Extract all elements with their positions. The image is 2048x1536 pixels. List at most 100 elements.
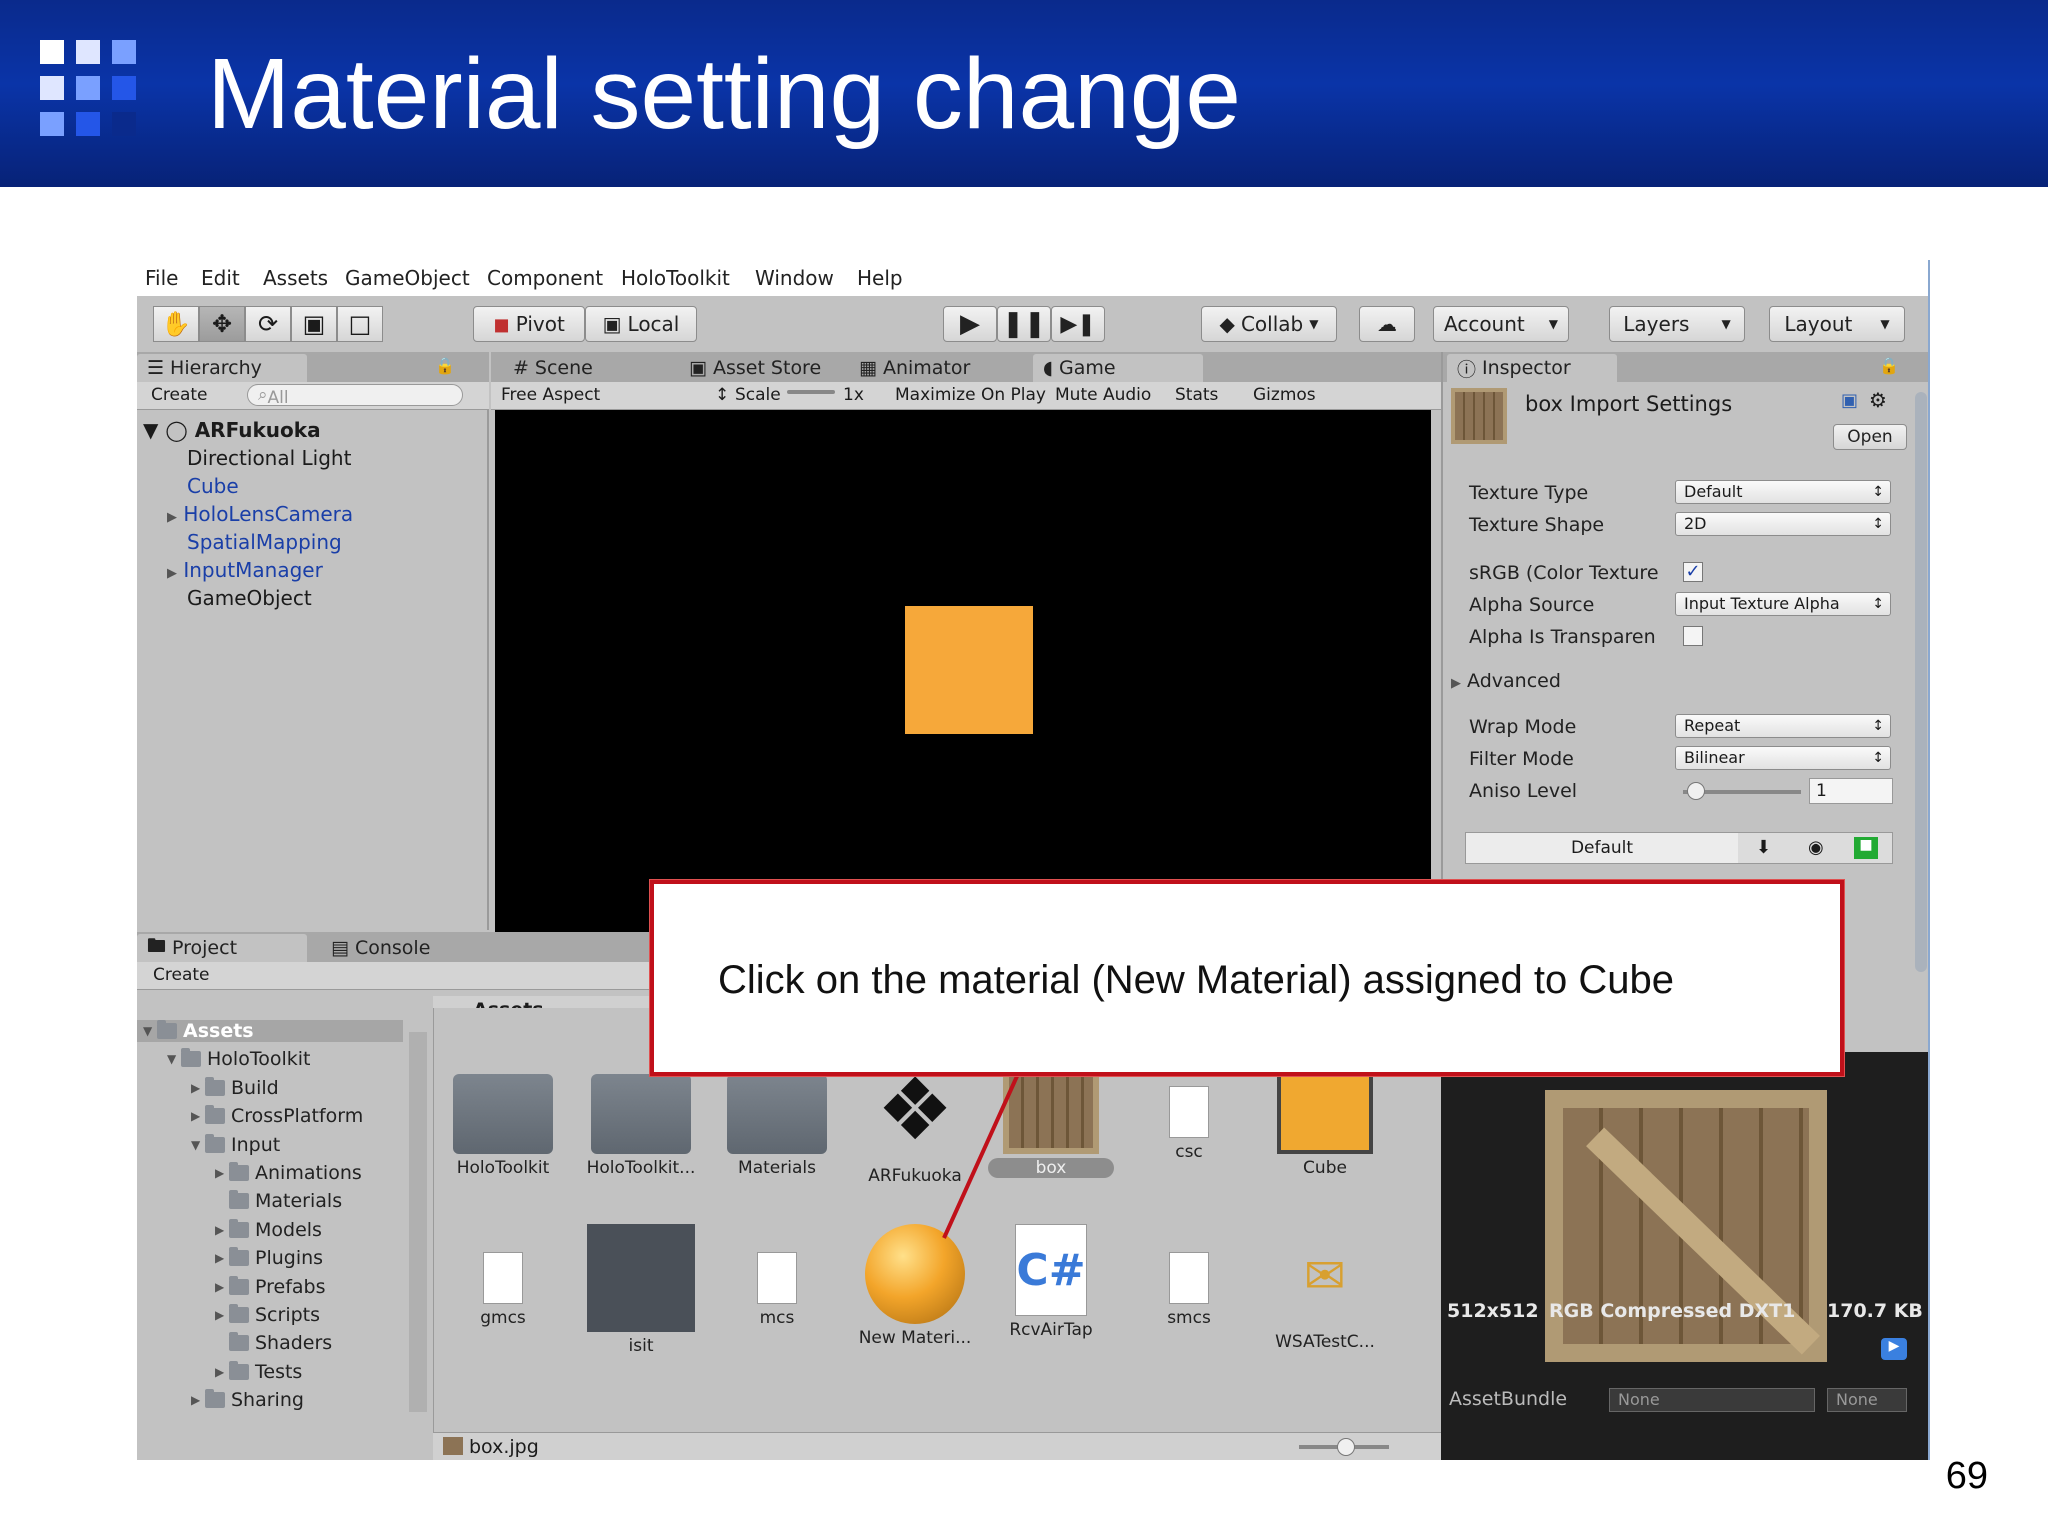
asset-model[interactable]: isit — [576, 1224, 706, 1356]
gizmos-toggle[interactable]: Gizmos — [1253, 385, 1316, 405]
tab-game[interactable]: ◖ Game — [1033, 354, 1203, 382]
project-create-button[interactable]: Create — [153, 965, 210, 985]
tree-folder-item[interactable]: Shaders — [215, 1332, 332, 1354]
collapsed-arrow-icon[interactable]: ▶ — [215, 1365, 229, 1379]
local-toggle[interactable]: ▣ Local — [585, 306, 697, 342]
expanded-arrow-icon[interactable]: ▼ — [167, 1052, 181, 1066]
aniso-level-field[interactable]: 1 — [1809, 778, 1893, 804]
tree-folder-item[interactable]: ▶ Build — [191, 1076, 279, 1099]
tree-folder-item[interactable]: ▼ Assets — [137, 1020, 403, 1042]
scale-tool-icon[interactable]: ▣ — [291, 306, 337, 342]
menu-holotoolkit[interactable]: HoloToolkit — [621, 266, 730, 290]
slider-knob[interactable] — [1337, 1438, 1355, 1456]
hierarchy-item[interactable]: ▶ InputManager — [167, 558, 323, 582]
gear-icon[interactable]: ⚙ — [1869, 388, 1887, 412]
open-button[interactable]: Open — [1833, 424, 1907, 450]
asset-script[interactable]: C# RcvAirTap — [986, 1224, 1116, 1340]
tree-folder-item[interactable]: ▶ CrossPlatform — [191, 1105, 363, 1127]
hierarchy-item[interactable]: GameObject — [187, 586, 312, 610]
texture-shape-dropdown[interactable]: 2D — [1675, 512, 1891, 536]
asset-new-material[interactable]: New Materi... — [850, 1224, 980, 1348]
layers-dropdown[interactable]: Layers ▼ — [1609, 306, 1745, 342]
assetbundle-dropdown[interactable]: None — [1609, 1388, 1815, 1412]
layout-dropdown[interactable]: Layout ▼ — [1769, 306, 1905, 342]
tree-folder-item[interactable]: Materials — [215, 1190, 342, 1212]
collapsed-arrow-icon[interactable]: ▶ — [191, 1109, 205, 1123]
hierarchy-item-cube[interactable]: Cube — [187, 474, 239, 498]
collapsed-arrow-icon[interactable]: ▶ — [191, 1393, 205, 1407]
tree-folder-item[interactable]: ▼ Input — [191, 1133, 280, 1156]
game-canvas[interactable] — [495, 410, 1431, 932]
collapsed-arrow-icon[interactable]: ▶ — [191, 1081, 205, 1095]
scene-root[interactable]: ▼ ◯ ARFukuoka — [143, 418, 321, 442]
mute-audio-toggle[interactable]: Mute Audio — [1055, 385, 1151, 405]
tab-hierarchy[interactable]: ☰ Hierarchy — [137, 354, 307, 382]
tab-project[interactable]: 🖿 Project — [137, 934, 307, 962]
tab-console[interactable]: ▤ Console — [321, 934, 430, 962]
inspector-scrollbar[interactable] — [1915, 392, 1927, 972]
wrap-mode-dropdown[interactable]: Repeat — [1675, 714, 1891, 738]
scale-slider[interactable] — [787, 390, 835, 394]
rotate-tool-icon[interactable]: ⟳ — [245, 306, 291, 342]
tree-folder-item[interactable]: ▶ Animations — [215, 1162, 362, 1184]
pivot-toggle[interactable]: ◼ Pivot — [473, 306, 585, 342]
asset-texture-box[interactable]: box — [986, 1058, 1116, 1178]
rect-tool-icon[interactable]: □ — [337, 306, 383, 342]
collapsed-arrow-icon[interactable]: ▶ — [215, 1223, 229, 1237]
tab-asset-store[interactable]: ▣ Asset Store — [679, 354, 821, 382]
aspect-dropdown[interactable]: Free Aspect — [501, 385, 600, 405]
asset-scene[interactable]: ❖ ARFukuoka — [850, 1058, 980, 1186]
menu-help[interactable]: Help — [857, 266, 903, 290]
hand-tool-icon[interactable]: ✋ — [153, 306, 199, 342]
srgb-checkbox[interactable]: ✓ — [1683, 562, 1703, 582]
tree-folder-item[interactable]: ▼ HoloToolkit — [167, 1048, 310, 1070]
menu-component[interactable]: Component — [487, 266, 603, 290]
collapsed-arrow-icon[interactable]: ▶ — [215, 1280, 229, 1294]
tree-folder-item[interactable]: ▶ Scripts — [215, 1304, 320, 1326]
lock-icon[interactable]: 🔒 — [435, 356, 455, 375]
asset-folder[interactable]: HoloToolkit — [438, 1058, 568, 1178]
move-tool-icon[interactable]: ✥ — [199, 306, 245, 342]
asset-file[interactable]: smcs — [1124, 1224, 1254, 1328]
hierarchy-item[interactable]: Directional Light — [187, 446, 351, 470]
tab-default-platform[interactable]: Default — [1466, 833, 1738, 863]
windows-store-icon[interactable]: ■ — [1854, 837, 1878, 859]
alpha-source-dropdown[interactable]: Input Texture Alpha — [1675, 592, 1891, 616]
tab-animator[interactable]: ▦ Animator — [849, 354, 970, 382]
hierarchy-item[interactable]: ▶ HoloLensCamera — [167, 502, 353, 526]
collapsed-arrow-icon[interactable]: ▶ — [215, 1308, 229, 1322]
play-button[interactable]: ▶ — [943, 306, 997, 342]
slider-knob[interactable] — [1687, 782, 1705, 800]
texture-type-dropdown[interactable]: Default — [1675, 480, 1891, 504]
hierarchy-search-input[interactable]: ⌕ All — [247, 384, 463, 408]
stats-toggle[interactable]: Stats — [1175, 385, 1218, 405]
asset-file[interactable]: gmcs — [438, 1224, 568, 1328]
step-button[interactable]: ▶❚ — [1051, 306, 1105, 342]
menu-window[interactable]: Window — [755, 266, 834, 290]
alpha-transparency-checkbox[interactable] — [1683, 626, 1703, 646]
cloud-button[interactable]: ☁ — [1359, 306, 1415, 342]
tab-inspector[interactable]: ⓘ Inspector — [1447, 354, 1617, 382]
expanded-arrow-icon[interactable]: ▼ — [143, 1024, 157, 1038]
advanced-foldout[interactable]: ▶ Advanced — [1451, 670, 1561, 692]
hierarchy-item[interactable]: SpatialMapping — [187, 530, 342, 554]
asset-certificate[interactable]: ✉ WSATestC... — [1260, 1224, 1390, 1352]
android-icon[interactable]: ◉ — [1808, 837, 1824, 858]
menu-edit[interactable]: Edit — [201, 266, 240, 290]
pause-button[interactable]: ❚❚ — [997, 306, 1051, 342]
tag-icon[interactable]: ▶ — [1881, 1338, 1907, 1360]
account-dropdown[interactable]: Account ▼ — [1433, 306, 1569, 342]
asset-prefab-cube[interactable]: Cube — [1260, 1058, 1390, 1178]
tree-folder-item[interactable]: ▶ Models — [215, 1218, 322, 1241]
expanded-arrow-icon[interactable]: ▼ — [191, 1138, 205, 1152]
tree-folder-item[interactable]: ▶ Prefabs — [215, 1275, 326, 1298]
menu-assets[interactable]: Assets — [263, 266, 328, 290]
tab-scene[interactable]: # Scene — [503, 354, 593, 382]
hierarchy-create-button[interactable]: Create — [151, 385, 208, 405]
assetbundle-variant-dropdown[interactable]: None — [1827, 1388, 1907, 1412]
collapsed-arrow-icon[interactable]: ▶ — [215, 1251, 229, 1265]
tree-folder-item[interactable]: ▶ Sharing — [191, 1389, 304, 1411]
menu-gameobject[interactable]: GameObject — [345, 266, 470, 290]
maximize-on-play-toggle[interactable]: Maximize On Play — [895, 385, 1046, 405]
tree-folder-item[interactable]: ▶ Plugins — [215, 1247, 323, 1269]
